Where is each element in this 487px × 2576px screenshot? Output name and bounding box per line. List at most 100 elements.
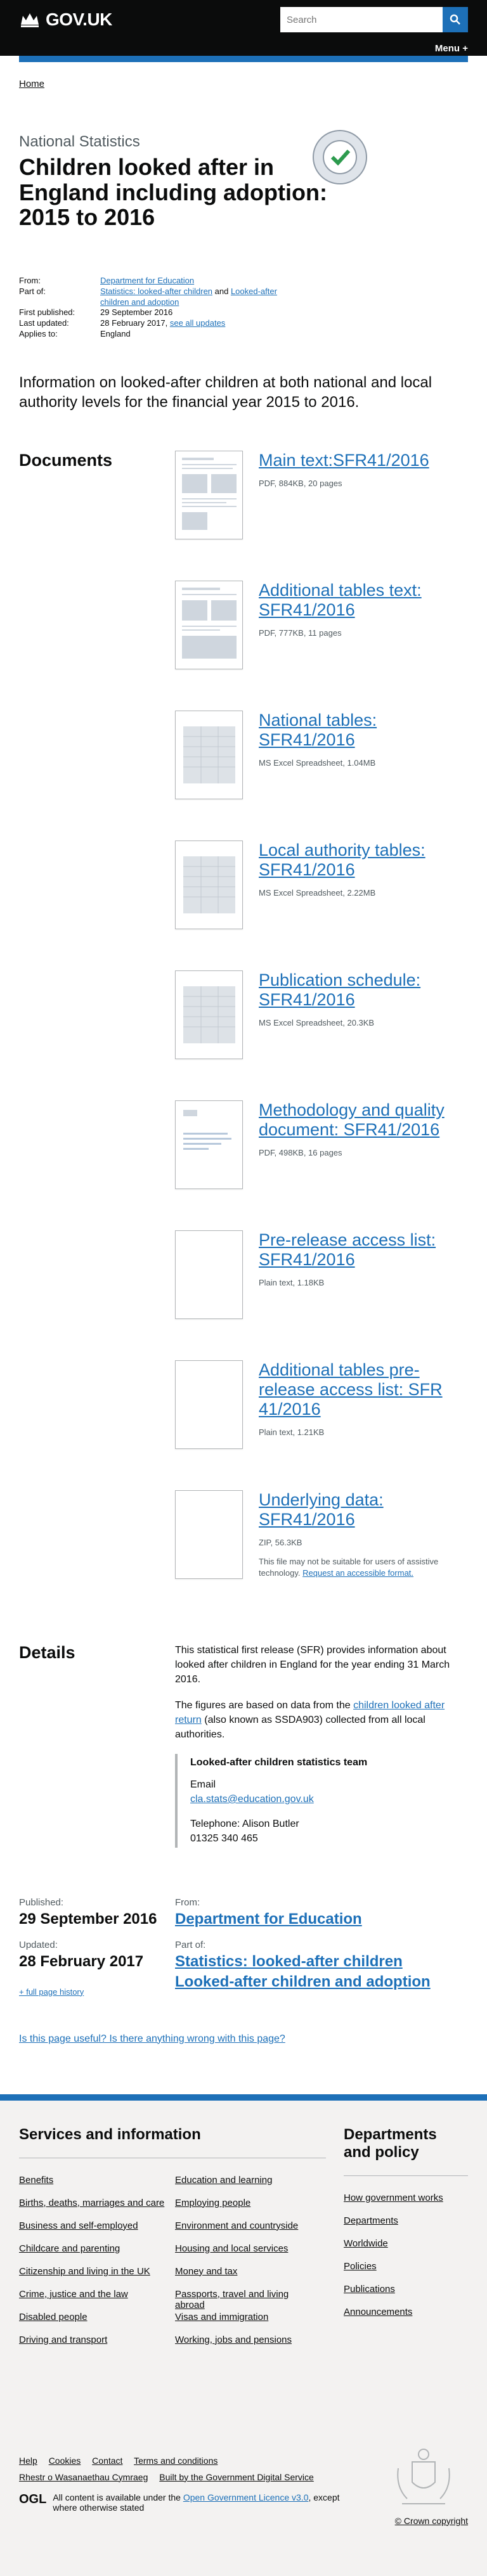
- metadata: From: Department for Education Part of: …: [19, 276, 468, 340]
- footer-meta-link[interactable]: Cookies: [49, 2456, 81, 2466]
- part-of-link-1[interactable]: Statistics: looked-after children: [175, 1953, 431, 1971]
- contact-email-link[interactable]: cla.stats@education.gov.uk: [190, 1794, 314, 1805]
- document-title-link[interactable]: Publication schedule: SFR41/2016: [259, 970, 468, 1010]
- footer-link[interactable]: Environment and countryside: [175, 2220, 298, 2231]
- details-para2-text-b: (also known as SSDA903) collected from a…: [175, 1715, 425, 1741]
- footer-link[interactable]: Publications: [344, 2284, 395, 2295]
- document-meta: MS Excel Spreadsheet, 20.3KB: [259, 1017, 375, 1027]
- footer-meta-link[interactable]: Contact: [92, 2456, 122, 2466]
- footer-meta-link[interactable]: Rhestr o Wasanaethau Cymraeg: [19, 2472, 148, 2482]
- document-thumbnail-pdf-icon[interactable]: [175, 1100, 243, 1189]
- document-item: Pre-release access list: SFR41/2016 Plai…: [175, 1230, 468, 1360]
- contact-title: Looked-after children statistics team: [190, 1756, 368, 1768]
- part-of-label: Part of:: [175, 1939, 206, 1950]
- document-thumbnail-spreadsheet-icon[interactable]: [175, 840, 243, 929]
- document-item: National tables: SFR41/2016 MS Excel Spr…: [175, 710, 468, 840]
- footer-link[interactable]: Passports, travel and living abroad: [175, 2289, 289, 2310]
- document-item: Additional tables pre-release access lis…: [175, 1360, 468, 1490]
- search-form: [280, 7, 468, 32]
- from-org-link[interactable]: Department for Education: [175, 1910, 431, 1928]
- contact-block: Looked-after children statistics team Em…: [175, 1753, 429, 1848]
- footer-link[interactable]: Driving and transport: [19, 2334, 107, 2345]
- documents-list: Main text:SFR41/2016 PDF, 884KB, 20 page…: [175, 450, 468, 1620]
- document-thumbnail-pdf-icon[interactable]: [175, 580, 243, 669]
- footer-link[interactable]: Citizenship and living in the UK: [19, 2266, 150, 2277]
- document-meta: PDF, 884KB, 20 pages: [259, 478, 342, 488]
- document-thumbnail-zip-icon[interactable]: [175, 1490, 243, 1579]
- part-of-link-2[interactable]: Looked-after children and adoption: [175, 1973, 431, 1991]
- lede: Information on looked-after children at …: [19, 374, 432, 411]
- document-title-link[interactable]: Additional tables text: SFR41/2016: [259, 581, 468, 620]
- footer-link[interactable]: Childcare and parenting: [19, 2243, 120, 2254]
- meta-applies-to-value: England: [100, 329, 131, 339]
- breadcrumb: Home: [19, 62, 468, 100]
- footer-link[interactable]: Housing and local services: [175, 2243, 288, 2254]
- footer-link[interactable]: Benefits: [19, 2175, 53, 2186]
- search-icon: [450, 14, 460, 25]
- documents-section: Documents Main text:SFR41/2016 PDF, 884K…: [19, 450, 468, 1620]
- document-thumbnail-pdf-icon[interactable]: [175, 450, 243, 539]
- footer-link[interactable]: Money and tax: [175, 2266, 237, 2277]
- footer-link[interactable]: Employing people: [175, 2198, 250, 2208]
- meta-last-updated-label: Last updated:: [19, 318, 69, 328]
- title-area: National Statistics Children looked afte…: [19, 130, 468, 231]
- contact-email-label: Email: [190, 1779, 216, 1790]
- footer-link[interactable]: Visas and immigration: [175, 2312, 268, 2322]
- document-title-link[interactable]: Local authority tables: SFR41/2016: [259, 840, 468, 880]
- document-title-link[interactable]: National tables: SFR41/2016: [259, 711, 468, 750]
- footer-link[interactable]: Policies: [344, 2261, 377, 2272]
- document-title-link[interactable]: Main text:SFR41/2016: [259, 451, 468, 470]
- national-statistics-badge-icon: [313, 130, 367, 184]
- crown-copyright-link[interactable]: © Crown copyright: [395, 2516, 468, 2526]
- page-caption: National Statistics: [19, 133, 140, 150]
- full-page-history-link[interactable]: + full page history: [19, 1987, 84, 1997]
- copyright: © Crown copyright: [395, 2516, 468, 2526]
- govuk-logo-link[interactable]: GOV.UK: [19, 10, 112, 30]
- footer-link[interactable]: Worldwide: [344, 2238, 388, 2249]
- footer-link[interactable]: Education and learning: [175, 2175, 272, 2186]
- details-para2-text-a: The figures are based on data from the: [175, 1700, 354, 1711]
- breadcrumb-home[interactable]: Home: [19, 79, 44, 89]
- footer-meta-link[interactable]: Built by the Government Digital Service: [159, 2472, 314, 2482]
- publication-org: From: Department for Education Part of: …: [175, 1886, 431, 1998]
- footer-link[interactable]: Announcements: [344, 2307, 412, 2317]
- footer-link[interactable]: Departments: [344, 2215, 398, 2226]
- footer-link[interactable]: Crime, justice and the law: [19, 2289, 128, 2300]
- menu-toggle[interactable]: Menu +: [435, 43, 468, 54]
- meta-partof-link-1[interactable]: Statistics: looked-after children: [100, 287, 212, 296]
- see-all-updates-link[interactable]: see all updates: [170, 318, 225, 328]
- footer-services-list-a: Benefits Births, deaths, marriages and c…: [19, 2175, 175, 2357]
- footer-link[interactable]: How government works: [344, 2193, 443, 2203]
- search-input[interactable]: [280, 7, 443, 32]
- meta-last-updated-value: 28 February 2017,: [100, 318, 168, 328]
- meta-from-link[interactable]: Department for Education: [100, 276, 194, 285]
- document-thumbnail-text-icon[interactable]: [175, 1230, 243, 1319]
- document-thumbnail-spreadsheet-icon[interactable]: [175, 710, 243, 799]
- search-button[interactable]: [443, 7, 468, 32]
- document-title-link[interactable]: Pre-release access list: SFR41/2016: [259, 1230, 468, 1270]
- document-item: Methodology and quality document: SFR41/…: [175, 1100, 468, 1230]
- footer-services: Services and information Benefits Births…: [19, 2126, 326, 2357]
- footer-meta-link[interactable]: Terms and conditions: [134, 2456, 218, 2466]
- meta-partof-label: Part of:: [19, 286, 46, 296]
- published-value: 29 September 2016: [19, 1910, 157, 1928]
- request-accessible-format-link[interactable]: Request an accessible format.: [302, 1568, 413, 1578]
- document-thumbnail-spreadsheet-icon[interactable]: [175, 970, 243, 1059]
- feedback-bar: Is this page useful? Is there anything w…: [19, 2033, 468, 2045]
- footer-link[interactable]: Business and self-employed: [19, 2220, 138, 2231]
- footer-link[interactable]: Births, deaths, marriages and care: [19, 2198, 164, 2208]
- ogl-licence-link[interactable]: Open Government Licence v3.0: [183, 2492, 309, 2502]
- footer-meta-link[interactable]: Help: [19, 2456, 37, 2466]
- document-thumbnail-text-icon[interactable]: [175, 1360, 243, 1449]
- feedback-link[interactable]: Is this page useful? Is there anything w…: [19, 2033, 285, 2044]
- footer-link[interactable]: Disabled people: [19, 2312, 88, 2322]
- document-title-link[interactable]: Underlying data: SFR41/2016: [259, 1490, 468, 1530]
- document-title-link[interactable]: Additional tables pre-release access lis…: [259, 1360, 468, 1419]
- document-title-link[interactable]: Methodology and quality document: SFR41/…: [259, 1100, 468, 1140]
- document-meta: MS Excel Spreadsheet, 1.04MB: [259, 757, 376, 768]
- page-title: Children looked after in England includi…: [19, 154, 327, 231]
- footer-departments-list: How government works Departments Worldwi…: [344, 2193, 468, 2329]
- crown-icon: [21, 13, 39, 27]
- from-label: From:: [175, 1897, 200, 1908]
- footer-link[interactable]: Working, jobs and pensions: [175, 2334, 292, 2345]
